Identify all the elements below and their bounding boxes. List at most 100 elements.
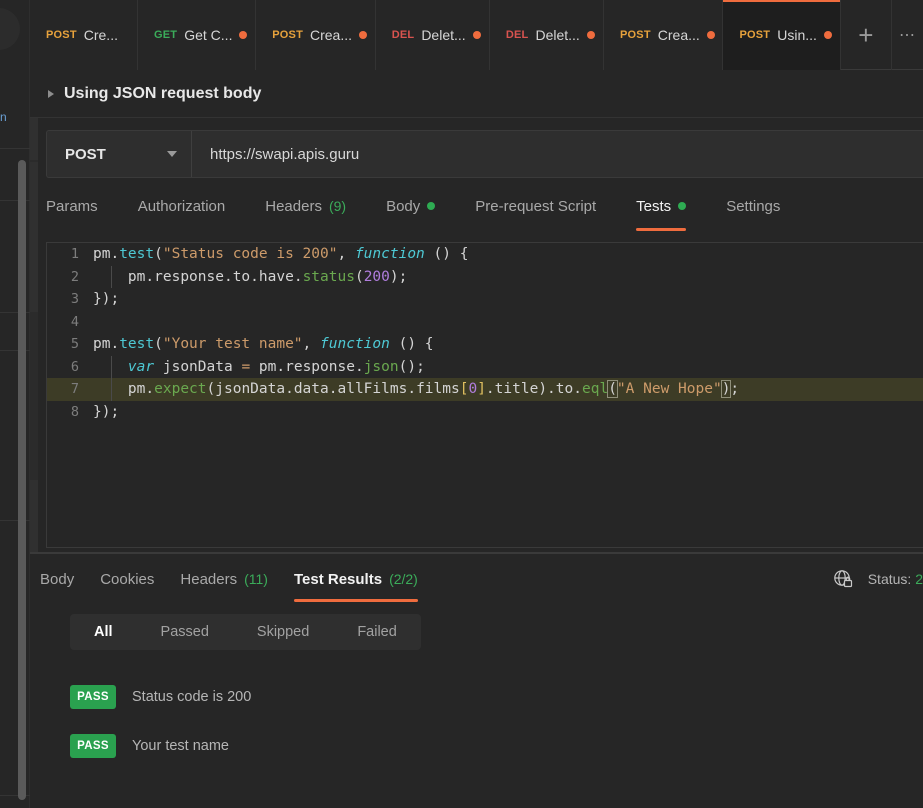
request-tab-3[interactable]: DEL Delet... — [375, 0, 490, 70]
has-content-dot-icon — [678, 202, 687, 210]
tab-label: Settings — [726, 197, 781, 215]
code-text: pm.expect(jsonData.data.allFilms.films[0… — [93, 380, 740, 399]
request-tab-0[interactable]: POST Cre... — [30, 0, 138, 70]
tab-title: Crea... — [657, 27, 700, 43]
more-tabs-icon[interactable]: ⋯ — [892, 0, 923, 70]
request-tab-4[interactable]: DEL Delet... — [489, 0, 605, 70]
tab-label: Headers — [180, 570, 238, 588]
tab-title: Delet... — [535, 27, 580, 43]
tab-authorization[interactable]: Authorization — [138, 190, 244, 222]
request-header: Using JSON request body — [30, 70, 923, 118]
tab-params[interactable]: Params — [46, 190, 116, 222]
http-method-select[interactable]: POST — [47, 131, 192, 177]
status-badge: Status: 2 — [868, 571, 923, 587]
tab-pre-request-script[interactable]: Pre-request Script — [475, 190, 614, 222]
http-method-value: POST — [65, 145, 106, 163]
tab-method-label: POST — [739, 29, 771, 41]
divider — [0, 148, 30, 149]
postman-window: n POST Cre... GET Get C... POST Crea... — [0, 0, 923, 808]
line-number: 4 — [70, 313, 79, 330]
tab-title: Usin... — [777, 27, 817, 43]
unsaved-dot-icon — [706, 31, 715, 39]
test-name: Status code is 200 — [132, 688, 252, 705]
tab-title: Delet... — [421, 27, 466, 43]
code-text: pm.test("Status code is 200", function (… — [93, 246, 469, 263]
tab-method-label: POST — [272, 29, 303, 41]
filter-skipped[interactable]: Skipped — [233, 614, 333, 650]
filter-passed[interactable]: Passed — [137, 614, 233, 650]
tab-label: Headers — [265, 197, 322, 215]
chevron-right-icon[interactable] — [48, 89, 54, 98]
code-line[interactable]: 5 pm.test("Your test name", function () { — [47, 333, 923, 356]
status-badge: PASS — [70, 733, 116, 758]
tab-label: Body — [386, 197, 421, 215]
line-number: 1 — [70, 246, 79, 263]
code-text: pm.response.to.have.status(200); — [93, 268, 408, 285]
new-tab-button[interactable]: + — [841, 0, 892, 70]
tab-count: (11) — [244, 571, 268, 587]
unsaved-dot-icon — [823, 31, 832, 39]
sidebar-scrollbar[interactable] — [18, 160, 26, 800]
indent-guide — [111, 265, 112, 288]
tab-headers[interactable]: Headers (9) — [265, 190, 364, 222]
code-line[interactable]: 8}); — [47, 401, 923, 424]
code-line[interactable]: 2 pm.response.to.have.status(200); — [47, 265, 923, 288]
code-lines-container: 1 pm.test("Status code is 200", function … — [47, 243, 923, 423]
response-tab-cookies[interactable]: Cookies — [100, 564, 154, 594]
code-line[interactable]: 6 var jsonData = pm.response.json(); — [47, 355, 923, 378]
request-tab-5[interactable]: POST Crea... — [604, 0, 724, 70]
unsaved-dot-icon — [239, 31, 248, 39]
chevron-down-icon — [167, 151, 177, 157]
has-content-dot-icon — [427, 202, 436, 210]
code-line[interactable]: 7 pm.expect(jsonData.data.allFilms.films… — [47, 378, 923, 401]
code-text: }); — [93, 291, 120, 308]
response-tab-test-results[interactable]: Test Results (2/2) — [293, 564, 418, 602]
response-tab-body[interactable]: Body — [40, 564, 74, 594]
tab-settings[interactable]: Settings — [726, 190, 798, 222]
request-tab-2[interactable]: POST Crea... — [256, 0, 376, 70]
tests-code-editor[interactable]: 1 pm.test("Status code is 200", function … — [46, 242, 923, 548]
line-number: 3 — [70, 291, 79, 308]
tab-label: Params — [46, 197, 98, 215]
tab-label: Test Results — [293, 570, 383, 588]
response-status-area: Status: 2 — [832, 568, 923, 590]
code-line[interactable]: 1 pm.test("Status code is 200", function … — [47, 243, 923, 266]
status-label: Status: — [867, 571, 912, 587]
tab-title: Crea... — [310, 27, 353, 43]
line-number: 7 — [70, 381, 79, 398]
tab-label: Body — [40, 570, 75, 588]
line-number: 5 — [70, 336, 79, 353]
status-code: 2 — [915, 571, 923, 587]
test-result-row: PASS Your test name — [70, 721, 890, 770]
request-tab-6-active[interactable]: POST Usin... — [723, 0, 841, 70]
page-title: Using JSON request body — [64, 84, 262, 102]
line-number: 8 — [70, 403, 79, 420]
code-text: }); — [93, 403, 120, 420]
unsaved-dot-icon — [586, 31, 595, 39]
avatar — [0, 8, 20, 50]
tab-method-label: POST — [46, 29, 77, 41]
tab-body[interactable]: Body — [386, 190, 453, 222]
tab-label: Pre-request Script — [475, 197, 597, 215]
test-name: Your test name — [132, 737, 229, 754]
indent-guide — [111, 355, 112, 378]
response-panel: Body Cookies Headers (11) Test Results (… — [30, 554, 923, 808]
tab-tests[interactable]: Tests — [636, 190, 704, 231]
url-bar: POST https://swapi.apis.guru — [46, 130, 923, 178]
tab-method-label: POST — [620, 29, 651, 41]
filter-failed[interactable]: Failed — [333, 614, 421, 650]
line-number: 6 — [70, 358, 79, 375]
globe-lock-icon[interactable] — [832, 568, 854, 590]
request-tab-strip: POST Cre... GET Get C... POST Crea... DE… — [30, 0, 923, 70]
code-line[interactable]: 4 — [47, 311, 923, 334]
filter-all[interactable]: All — [70, 614, 137, 650]
unsaved-dot-icon — [359, 31, 368, 39]
tab-method-label: DEL — [391, 29, 415, 41]
status-badge: PASS — [70, 684, 116, 709]
code-text: var jsonData = pm.response.json(); — [127, 358, 425, 375]
unsaved-dot-icon — [472, 31, 481, 39]
response-tab-headers[interactable]: Headers (11) — [180, 564, 268, 594]
request-tab-1[interactable]: GET Get C... — [138, 0, 257, 70]
url-input[interactable]: https://swapi.apis.guru — [192, 131, 923, 177]
code-line[interactable]: 3}); — [47, 288, 923, 311]
